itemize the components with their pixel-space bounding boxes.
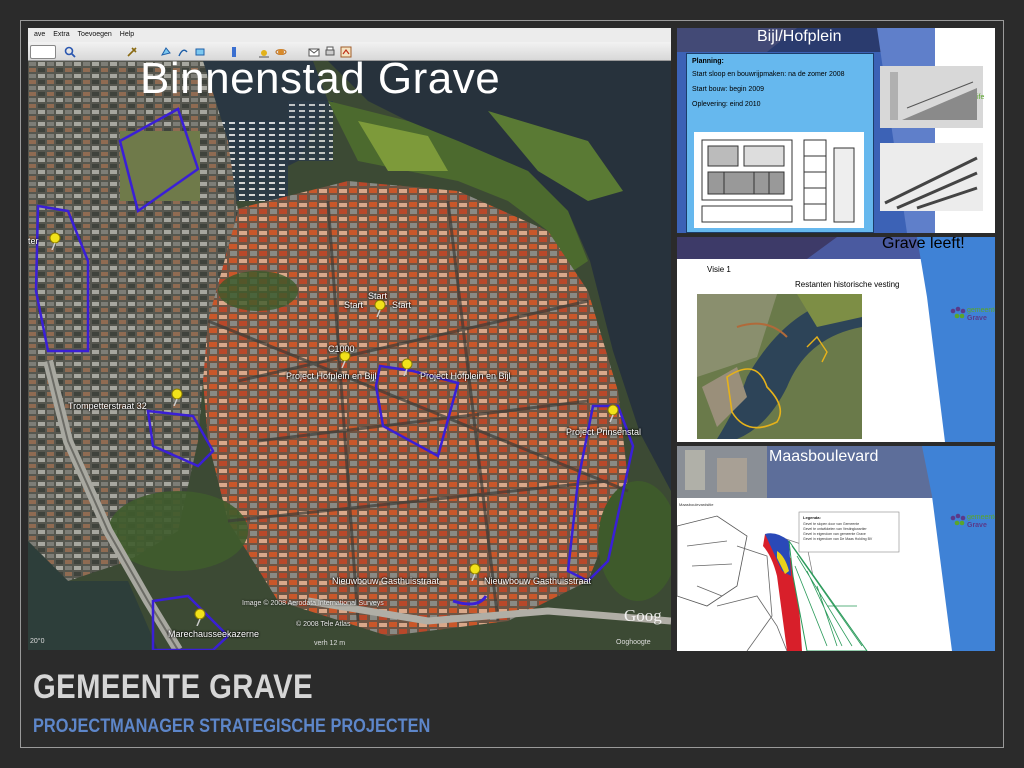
place-label-gasthuisstraat[interactable]: Nieuwbouw Gasthuisstraat [332,576,439,586]
panel-title-grave-leeft: Grave leeft! [882,237,965,252]
place-label-start[interactable]: Start [392,300,411,310]
panel-background [677,446,995,651]
place-label-hofplein[interactable]: Project Hofplein en Bijl [286,371,377,381]
status-coordinates: 20°0 [30,638,45,645]
logo-text-gemeente: gemeente [967,307,995,314]
photo-caption: Restanten historische vesting [795,280,900,289]
footer-title: GEMEENTE GRAVE [33,668,314,706]
place-label-start[interactable]: Start [344,300,363,310]
planning-line-completion: Oplevering: eind 2010 [692,101,761,108]
menu-item-add[interactable]: Toevoegen [78,28,112,42]
menu-item-view[interactable]: ave [34,28,45,42]
imagery-copyright: Image © 2008 Aerodata International Surv… [242,600,384,607]
side-text: ife [977,94,985,101]
place-label-gasthuisstraat[interactable]: Nieuwbouw Gasthuisstraat [484,576,591,586]
legend-list: Gevel te slopen door van Gemeente Gevel … [803,522,872,542]
menu-item-extra[interactable]: Extra [53,28,69,42]
place-label-marechaussee[interactable]: Marechausseekazerne [168,629,259,639]
doc-header: Maasboulevardsitie [679,502,714,507]
panel-title-bijl: Bijl/Hofplein [757,28,842,45]
menu-bar: ave Extra Toevoegen Help [28,28,671,43]
legend-item: Gevel in eigendom van De Maas Holding BV [803,537,873,541]
logo-text-grave: Grave [967,522,987,529]
gemeente-logo-icon [950,513,966,526]
tools-icon[interactable] [126,45,138,57]
place-label-start[interactable]: Start [368,291,387,301]
placemark-pin-icon[interactable] [170,388,184,406]
search-icon[interactable] [64,45,76,58]
map-copyright: © 2008 Tele Atlas [296,621,351,628]
placemark-pin-icon[interactable] [400,358,414,376]
place-label-trompetterstraat[interactable]: Trompetterstraat 32 [68,401,147,411]
dropdown-select[interactable] [30,45,56,59]
status-elevation: verh 12 m [314,640,346,647]
planning-label: Planning: [692,58,724,65]
map-title: Binnenstad Grave [140,54,501,103]
google-earth-map[interactable]: ave Extra Toevoegen Help Binnenstad Grav… [28,28,671,650]
status-eye-altitude: Ooghoogte [616,639,651,646]
placemark-pin-icon[interactable] [373,299,387,317]
placemark-pin-icon[interactable] [468,563,482,581]
placemark-pin-icon[interactable] [48,232,62,250]
placemark-pin-icon[interactable] [606,404,620,422]
planning-line-demolition: Start sloop en bouwrijpmaken: na de zome… [692,71,845,78]
panel-title-maasboulevard: Maasboulevard [769,448,879,465]
menu-item-help[interactable]: Help [120,28,134,42]
visie-label: Visie 1 [707,265,731,274]
planning-line-construction: Start bouw: begin 2009 [692,86,764,93]
legend-title: Legenda: [803,515,821,520]
placemark-pin-icon[interactable] [193,608,207,626]
place-label-prinsenstal[interactable]: Project Prinsenstal [566,427,641,437]
planning-box: Planning: Start sloop en bouwrijpmaken: … [686,53,874,233]
logo-text-grave: Grave [967,315,987,322]
place-label-c1000[interactable]: C1000 [328,344,355,354]
place-label[interactable]: ter [28,236,39,246]
logo-text-gemeente: gemeente [967,514,995,521]
gemeente-logo-icon [950,306,966,319]
panel-maasboulevard: Maasboulevard Maasboulevardsitie Legenda… [677,446,995,651]
floor-plan-drawing [694,132,864,228]
footer-subtitle: PROJECTMANAGER STRATEGISCHE PROJECTEN [33,716,431,737]
panel-bijl-hofplein: Bijl/Hofplein ife Planning: Start sloop … [677,28,995,233]
panel-grave-leeft: Grave leeft! Visie 1 Restanten historisc… [677,237,995,442]
google-logo: Goog [624,606,662,625]
place-label-hofplein[interactable]: Project Hofplein en Bijl [420,371,511,381]
